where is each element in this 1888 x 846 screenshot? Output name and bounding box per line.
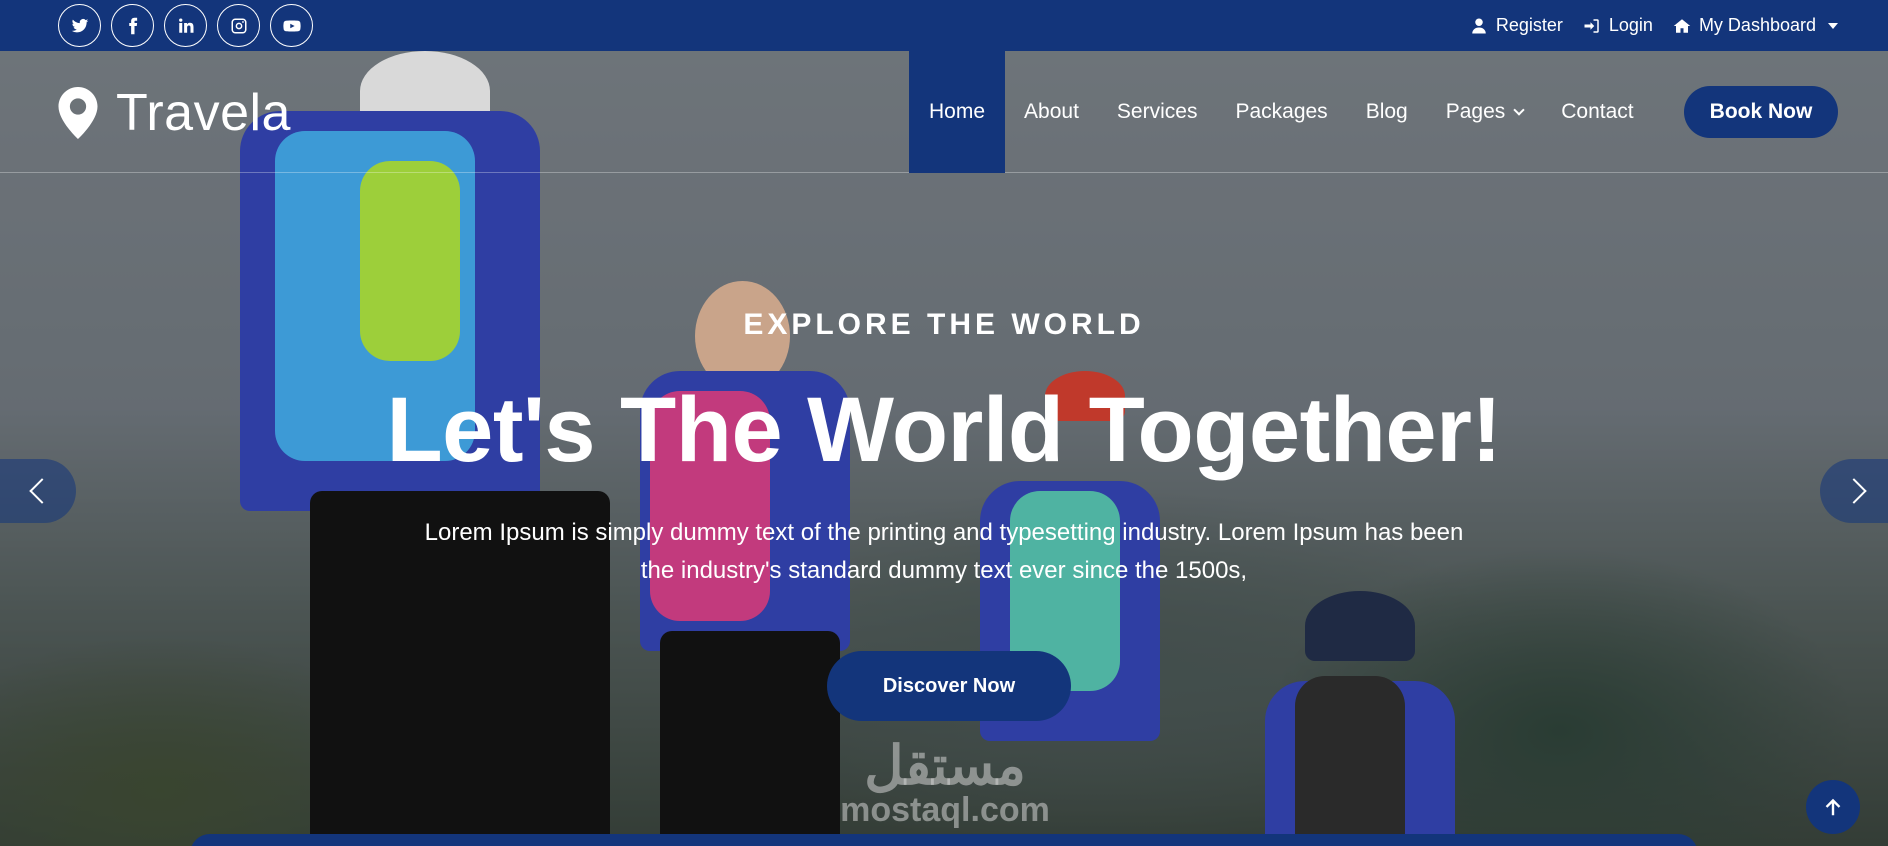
nav-item-blog[interactable]: Blog: [1347, 51, 1427, 173]
linkedin-icon: [178, 18, 193, 33]
facebook-link[interactable]: [111, 4, 154, 47]
nav-item-pages[interactable]: Pages: [1427, 51, 1543, 173]
youtube-link[interactable]: [270, 4, 313, 47]
chevron-down-icon: [1513, 103, 1525, 116]
nav-label: Home: [929, 100, 986, 123]
register-link[interactable]: Register: [1470, 15, 1563, 36]
brand-name: Travela: [116, 84, 291, 142]
chevron-right-icon: [1841, 478, 1867, 504]
twitter-icon: [71, 18, 88, 32]
facebook-icon: [128, 17, 137, 34]
carousel-next-button[interactable]: [1820, 459, 1888, 523]
brand-logo[interactable]: Travela: [58, 83, 291, 143]
bottom-strip: [190, 834, 1698, 846]
user-icon: [1472, 18, 1486, 33]
instagram-link[interactable]: [217, 4, 260, 47]
login-link[interactable]: Login: [1583, 15, 1653, 36]
arrow-up-icon: [1825, 798, 1841, 816]
caret-down-icon: [1828, 22, 1838, 29]
dashboard-label: My Dashboard: [1698, 15, 1816, 35]
social-links: [58, 4, 313, 47]
top-bar: Register Login My Dashboard: [0, 0, 1888, 51]
map-marker-icon: [58, 87, 98, 139]
register-label: Register: [1495, 15, 1563, 35]
youtube-icon: [282, 19, 301, 32]
sign-in-icon: [1584, 18, 1599, 33]
nav-label: Contact: [1561, 100, 1634, 123]
nav-label: Services: [1116, 100, 1198, 123]
carousel-prev-button[interactable]: [0, 459, 76, 523]
watermark: مستقل mostaql.com: [820, 736, 1070, 829]
login-label: Login: [1608, 15, 1653, 35]
discover-now-button[interactable]: Discover Now: [827, 651, 1071, 721]
hero-eyebrow: EXPLORE THE WORLD: [743, 308, 1145, 341]
nav-label: Blog: [1365, 100, 1408, 123]
watermark-arabic: مستقل: [864, 736, 1026, 796]
book-now-button[interactable]: Book Now: [1684, 86, 1838, 138]
account-links: Register Login My Dashboard: [1470, 15, 1838, 36]
chevron-left-icon: [29, 478, 55, 504]
nav-label: Packages: [1235, 100, 1328, 123]
nav-item-about[interactable]: About: [1005, 51, 1098, 173]
nav-item-home[interactable]: Home: [909, 51, 1006, 173]
nav-label: Pages: [1445, 100, 1506, 123]
nav-item-contact[interactable]: Contact: [1542, 51, 1652, 173]
nav-label: About: [1024, 100, 1079, 123]
dashboard-dropdown[interactable]: My Dashboard: [1673, 15, 1838, 36]
linkedin-link[interactable]: [164, 4, 207, 47]
instagram-icon: [231, 18, 246, 33]
nav-item-services[interactable]: Services: [1098, 51, 1217, 173]
scroll-to-top-button[interactable]: [1806, 780, 1860, 834]
nav-menu: Home About Services Packages Blog Pages …: [909, 51, 1653, 173]
twitter-link[interactable]: [58, 4, 101, 47]
hero-headline: Let's The World Together!: [386, 379, 1502, 481]
nav-item-packages[interactable]: Packages: [1216, 51, 1346, 173]
hero-subtext: Lorem Ipsum is simply dummy text of the …: [424, 519, 1464, 584]
home-icon: [1673, 18, 1691, 33]
main-navbar: Travela Home About Services Packages Blo…: [0, 51, 1888, 173]
watermark-latin: mostaql.com: [840, 791, 1050, 829]
